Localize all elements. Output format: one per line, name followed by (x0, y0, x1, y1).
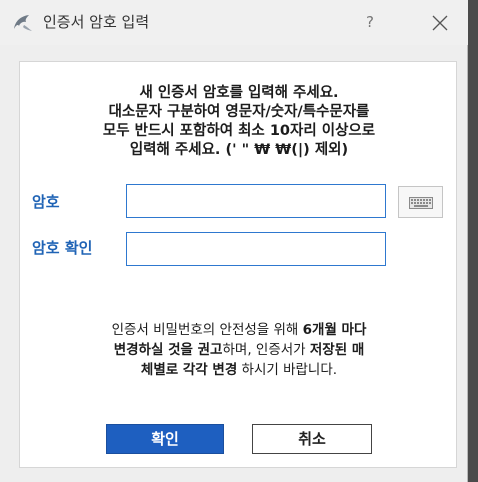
virtual-keyboard-button[interactable] (398, 186, 443, 218)
notice-text: 하며, 인증서가 (222, 342, 310, 358)
password-input[interactable] (126, 184, 386, 218)
instruction-line: 입력해 주세요. (' " ₩ ₩(|) 제외) (129, 142, 349, 158)
notice-line: 인증서 비밀번호의 안전성을 위해 6개월 마다 (20, 320, 458, 340)
close-icon (432, 15, 448, 31)
instructions: 새 인증서 암호를 입력해 주세요. 대소문자 구분하여 영문자/숫자/특수문자… (20, 84, 458, 160)
notice-emphasis: 변경하실 것을 권고 (113, 342, 223, 358)
confirm-password-label: 암호 확인 (32, 239, 93, 257)
window-title: 인증서 암호 입력 (43, 13, 150, 31)
notice-emphasis: 6개월 마다 (302, 322, 367, 338)
notice-text: 인증서 비밀번호의 안전성을 위해 (111, 322, 303, 338)
certificate-password-dialog: 인증서 암호 입력 ? 새 인증서 암호를 입력해 주세요. 대소문자 구분하여… (0, 0, 468, 482)
password-label: 암호 (32, 193, 60, 211)
keyboard-icon (409, 197, 433, 209)
dolphin-logo-icon (12, 13, 34, 33)
cancel-button[interactable]: 취소 (252, 424, 372, 454)
security-notice: 인증서 비밀번호의 안전성을 위해 6개월 마다 변경하실 것을 권고하며, 인… (20, 320, 458, 380)
notice-line: 변경하실 것을 권고하며, 인증서가 저장된 매 (20, 340, 458, 360)
instruction-line: 모두 반드시 포함하여 최소 10자리 이상으로 (102, 123, 376, 139)
instruction-line: 새 인증서 암호를 입력해 주세요. (139, 85, 339, 101)
notice-emphasis: 저장된 매 (309, 342, 365, 358)
confirm-button[interactable]: 확인 (106, 424, 224, 454)
notice-line: 체별로 각각 변경 하시기 바랍니다. (20, 360, 458, 380)
close-button[interactable] (426, 9, 454, 37)
notice-text: 하시기 바랍니다. (237, 362, 338, 378)
help-button[interactable]: ? (356, 10, 384, 34)
confirm-password-input[interactable] (126, 232, 386, 266)
title-bar: 인증서 암호 입력 ? (0, 0, 468, 45)
content-panel: 새 인증서 암호를 입력해 주세요. 대소문자 구분하여 영문자/숫자/특수문자… (19, 61, 457, 468)
instruction-line: 대소문자 구분하여 영문자/숫자/특수문자를 (108, 104, 370, 120)
notice-emphasis: 체별로 각각 변경 (140, 362, 238, 378)
